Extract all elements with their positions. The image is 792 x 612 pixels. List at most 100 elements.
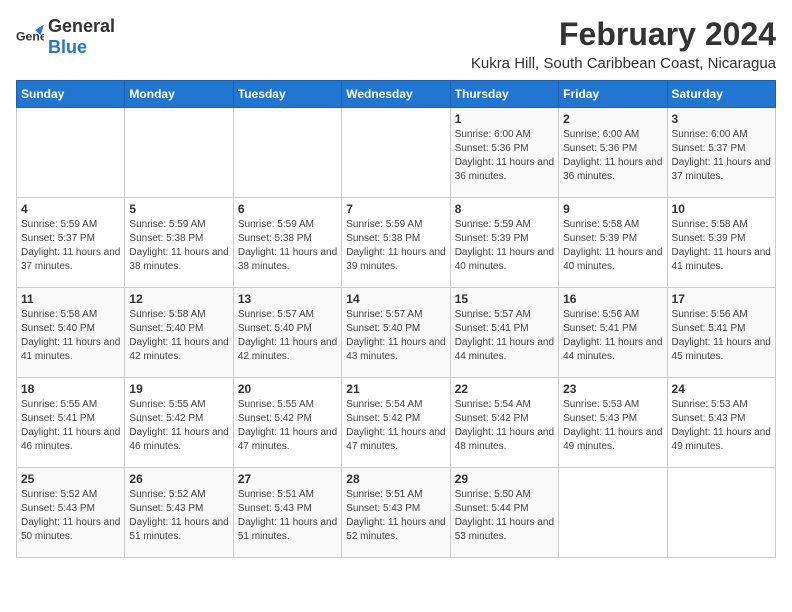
day-number: 19 <box>129 382 228 396</box>
day-number: 4 <box>21 202 120 216</box>
day-number: 1 <box>455 112 554 126</box>
day-info: Sunrise: 5:56 AM Sunset: 5:41 PM Dayligh… <box>563 308 662 364</box>
calendar-week-row: 25 Sunrise: 5:52 AM Sunset: 5:43 PM Dayli… <box>17 468 776 558</box>
logo-text: General Blue <box>48 16 115 58</box>
col-header-wednesday: Wednesday <box>342 81 450 108</box>
day-info: Sunrise: 5:50 AM Sunset: 5:44 PM Dayligh… <box>455 488 554 544</box>
day-number: 24 <box>672 382 771 396</box>
day-info: Sunrise: 5:53 AM Sunset: 5:43 PM Dayligh… <box>563 398 662 454</box>
day-number: 21 <box>346 382 445 396</box>
calendar-cell: 5 Sunrise: 5:59 AM Sunset: 5:38 PM Daylig… <box>125 198 233 288</box>
day-number: 2 <box>563 112 662 126</box>
day-info: Sunrise: 5:59 AM Sunset: 5:38 PM Dayligh… <box>346 218 445 274</box>
calendar-week-row: 11 Sunrise: 5:58 AM Sunset: 5:40 PM Dayli… <box>17 288 776 378</box>
calendar-cell: 22 Sunrise: 5:54 AM Sunset: 5:42 PM Dayli… <box>450 378 558 468</box>
calendar-cell: 14 Sunrise: 5:57 AM Sunset: 5:40 PM Dayli… <box>342 288 450 378</box>
day-info: Sunrise: 5:57 AM Sunset: 5:40 PM Dayligh… <box>238 308 337 364</box>
calendar-cell: 23 Sunrise: 5:53 AM Sunset: 5:43 PM Dayli… <box>559 378 667 468</box>
day-number: 16 <box>563 292 662 306</box>
calendar-cell: 20 Sunrise: 5:55 AM Sunset: 5:42 PM Dayli… <box>233 378 341 468</box>
calendar-cell: 8Sunrise: 5:59 AM Sunset: 5:39 PM Daylig… <box>450 198 558 288</box>
calendar-cell <box>559 468 667 558</box>
calendar-cell <box>342 108 450 198</box>
subtitle: Kukra Hill, South Caribbean Coast, Nicar… <box>471 55 776 72</box>
day-number: 27 <box>238 472 337 486</box>
title-area: February 2024 Kukra Hill, South Caribbea… <box>471 16 776 72</box>
calendar-cell: 18 Sunrise: 5:55 AM Sunset: 5:41 PM Dayli… <box>17 378 125 468</box>
day-info: Sunrise: 5:51 AM Sunset: 5:43 PM Dayligh… <box>238 488 337 544</box>
day-info: Sunrise: 5:55 AM Sunset: 5:42 PM Dayligh… <box>129 398 228 454</box>
day-number: 22 <box>455 382 554 396</box>
day-info: Sunrise: 5:59 AM Sunset: 5:37 PM Dayligh… <box>21 218 120 274</box>
calendar-cell: 25 Sunrise: 5:52 AM Sunset: 5:43 PM Dayli… <box>17 468 125 558</box>
day-info: Sunrise: 5:55 AM Sunset: 5:41 PM Dayligh… <box>21 398 120 454</box>
calendar-cell: 10Sunrise: 5:58 AM Sunset: 5:39 PM Dayli… <box>667 198 775 288</box>
day-info: Sunrise: 5:59 AM Sunset: 5:38 PM Dayligh… <box>129 218 228 274</box>
calendar-cell: 17Sunrise: 5:56 AM Sunset: 5:41 PM Dayli… <box>667 288 775 378</box>
col-header-sunday: Sunday <box>17 81 125 108</box>
header: General General Blue February 2024 Kukra… <box>16 16 776 72</box>
calendar-cell: 2Sunrise: 6:00 AM Sunset: 5:36 PM Daylig… <box>559 108 667 198</box>
calendar-cell: 6Sunrise: 5:59 AM Sunset: 5:38 PM Daylig… <box>233 198 341 288</box>
calendar-cell: 28 Sunrise: 5:51 AM Sunset: 5:43 PM Dayli… <box>342 468 450 558</box>
logo-blue: Blue <box>48 37 87 57</box>
calendar-cell: 15Sunrise: 5:57 AM Sunset: 5:41 PM Dayli… <box>450 288 558 378</box>
day-info: Sunrise: 6:00 AM Sunset: 5:36 PM Dayligh… <box>455 128 554 184</box>
day-number: 9 <box>563 202 662 216</box>
calendar-cell: 12 Sunrise: 5:58 AM Sunset: 5:40 PM Dayli… <box>125 288 233 378</box>
calendar-cell: 26 Sunrise: 5:52 AM Sunset: 5:43 PM Dayli… <box>125 468 233 558</box>
calendar-header-row: SundayMondayTuesdayWednesdayThursdayFrid… <box>17 81 776 108</box>
day-info: Sunrise: 6:00 AM Sunset: 5:37 PM Dayligh… <box>672 128 771 184</box>
day-number: 5 <box>129 202 228 216</box>
calendar-cell: 13 Sunrise: 5:57 AM Sunset: 5:40 PM Dayli… <box>233 288 341 378</box>
calendar-cell: 9 Sunrise: 5:58 AM Sunset: 5:39 PM Daylig… <box>559 198 667 288</box>
day-info: Sunrise: 5:58 AM Sunset: 5:40 PM Dayligh… <box>21 308 120 364</box>
day-info: Sunrise: 5:54 AM Sunset: 5:42 PM Dayligh… <box>346 398 445 454</box>
day-number: 25 <box>21 472 120 486</box>
day-number: 12 <box>129 292 228 306</box>
day-number: 15 <box>455 292 554 306</box>
day-info: Sunrise: 5:57 AM Sunset: 5:40 PM Dayligh… <box>346 308 445 364</box>
day-number: 13 <box>238 292 337 306</box>
day-info: Sunrise: 5:58 AM Sunset: 5:40 PM Dayligh… <box>129 308 228 364</box>
day-number: 20 <box>238 382 337 396</box>
main-title: February 2024 <box>471 16 776 53</box>
day-number: 8 <box>455 202 554 216</box>
calendar-cell: 11 Sunrise: 5:58 AM Sunset: 5:40 PM Dayli… <box>17 288 125 378</box>
col-header-tuesday: Tuesday <box>233 81 341 108</box>
calendar-cell: 24Sunrise: 5:53 AM Sunset: 5:43 PM Dayli… <box>667 378 775 468</box>
calendar-cell: 16 Sunrise: 5:56 AM Sunset: 5:41 PM Dayli… <box>559 288 667 378</box>
calendar-cell: 21 Sunrise: 5:54 AM Sunset: 5:42 PM Dayli… <box>342 378 450 468</box>
day-number: 7 <box>346 202 445 216</box>
day-number: 28 <box>346 472 445 486</box>
col-header-thursday: Thursday <box>450 81 558 108</box>
day-number: 29 <box>455 472 554 486</box>
day-info: Sunrise: 5:56 AM Sunset: 5:41 PM Dayligh… <box>672 308 771 364</box>
day-number: 23 <box>563 382 662 396</box>
calendar-cell: 27 Sunrise: 5:51 AM Sunset: 5:43 PM Dayli… <box>233 468 341 558</box>
calendar-cell: 1 Sunrise: 6:00 AM Sunset: 5:36 PM Daylig… <box>450 108 558 198</box>
day-number: 14 <box>346 292 445 306</box>
day-number: 18 <box>21 382 120 396</box>
calendar-week-row: 4 Sunrise: 5:59 AM Sunset: 5:37 PM Daylig… <box>17 198 776 288</box>
logo-icon: General <box>16 23 44 51</box>
calendar-table: SundayMondayTuesdayWednesdayThursdayFrid… <box>16 80 776 558</box>
day-number: 3 <box>672 112 771 126</box>
calendar-cell: 4 Sunrise: 5:59 AM Sunset: 5:37 PM Daylig… <box>17 198 125 288</box>
day-info: Sunrise: 5:51 AM Sunset: 5:43 PM Dayligh… <box>346 488 445 544</box>
calendar-week-row: 18 Sunrise: 5:55 AM Sunset: 5:41 PM Dayli… <box>17 378 776 468</box>
calendar-cell <box>667 468 775 558</box>
day-info: Sunrise: 5:52 AM Sunset: 5:43 PM Dayligh… <box>129 488 228 544</box>
day-number: 11 <box>21 292 120 306</box>
day-number: 10 <box>672 202 771 216</box>
calendar-cell: 29 Sunrise: 5:50 AM Sunset: 5:44 PM Dayli… <box>450 468 558 558</box>
day-info: Sunrise: 5:58 AM Sunset: 5:39 PM Dayligh… <box>563 218 662 274</box>
day-number: 6 <box>238 202 337 216</box>
day-info: Sunrise: 5:54 AM Sunset: 5:42 PM Dayligh… <box>455 398 554 454</box>
day-info: Sunrise: 5:55 AM Sunset: 5:42 PM Dayligh… <box>238 398 337 454</box>
col-header-monday: Monday <box>125 81 233 108</box>
calendar-cell <box>17 108 125 198</box>
day-info: Sunrise: 5:52 AM Sunset: 5:43 PM Dayligh… <box>21 488 120 544</box>
day-number: 26 <box>129 472 228 486</box>
col-header-saturday: Saturday <box>667 81 775 108</box>
